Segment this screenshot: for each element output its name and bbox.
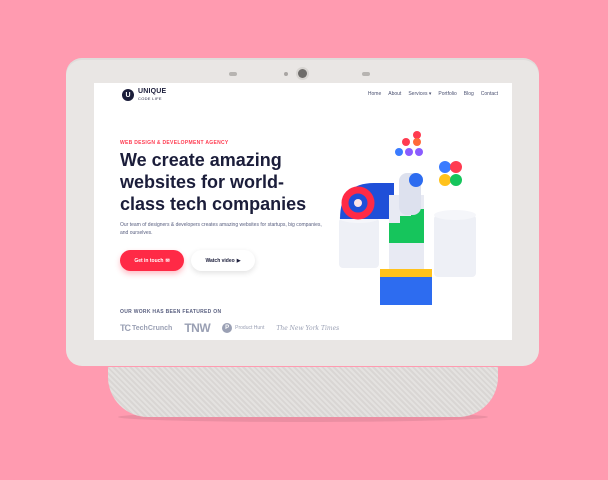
navbar: U UNIQUE CODE LIFE Home About Services ▾… [94,83,512,113]
pale-block-left [339,218,379,268]
get-in-touch-label: Get in touch [134,257,164,264]
techcrunch-logo: TC TechCrunch [120,323,172,333]
watch-video-label: Watch video [205,257,235,264]
yellow-step [380,269,432,277]
tnw-logo: TNW [184,321,211,335]
logo-title: UNIQUE [138,88,167,95]
logo-subtitle: CODE LIFE [138,96,162,101]
featured-label: OUR WORK HAS BEEN FEATURED ON [120,309,222,315]
hero-eyebrow: WEB DESIGN & DEVELOPMENT AGENCY [120,140,229,146]
play-icon: ▶ [236,257,241,264]
producthunt-wordmark: Product Hunt [235,325,265,331]
smart-display-device: U UNIQUE CODE LIFE Home About Services ▾… [66,58,539,366]
nav-services[interactable]: Services ▾ [408,91,431,97]
mail-icon: ✉ [165,257,170,264]
blue-ball [409,173,423,187]
hero-headline: We create amazing websites for world-cla… [120,150,307,214]
nav-contact[interactable]: Contact [481,91,498,97]
green-stairs [389,223,424,243]
ambient-light-sensor [284,72,288,76]
camera-icon [298,69,307,78]
logo-text: UNIQUE CODE LIFE [138,88,166,102]
nav-menu: Home About Services ▾ Portfolio Blog Con… [368,91,498,97]
hero-subtext: Our team of designers & developers creat… [120,222,322,236]
techcrunch-icon: TC [120,323,131,333]
blue-base [380,277,432,305]
featured-brands: TC TechCrunch TNW P Product Hunt The New… [120,321,339,335]
get-in-touch-button[interactable]: Get in touch ✉ [120,250,184,271]
nyt-logo: The New York Times [276,324,340,332]
producthunt-icon: P [222,323,233,333]
nav-portfolio[interactable]: Portfolio [438,91,456,97]
producthunt-logo: P Product Hunt [222,323,264,333]
techcrunch-wordmark: TechCrunch [132,324,173,332]
device-screen: U UNIQUE CODE LIFE Home About Services ▾… [94,83,512,340]
pale-block-right [434,215,476,277]
watch-video-button[interactable]: Watch video ▶ [191,250,255,271]
nav-blog[interactable]: Blog [464,91,474,97]
sensor [362,72,370,76]
sensor [229,72,237,76]
nav-about[interactable]: About [388,91,401,97]
logo-icon: U [122,89,134,101]
speaker-base [108,367,498,417]
nav-home[interactable]: Home [368,91,381,97]
logo[interactable]: U UNIQUE CODE LIFE [122,88,166,102]
hero-illustration [339,131,476,305]
